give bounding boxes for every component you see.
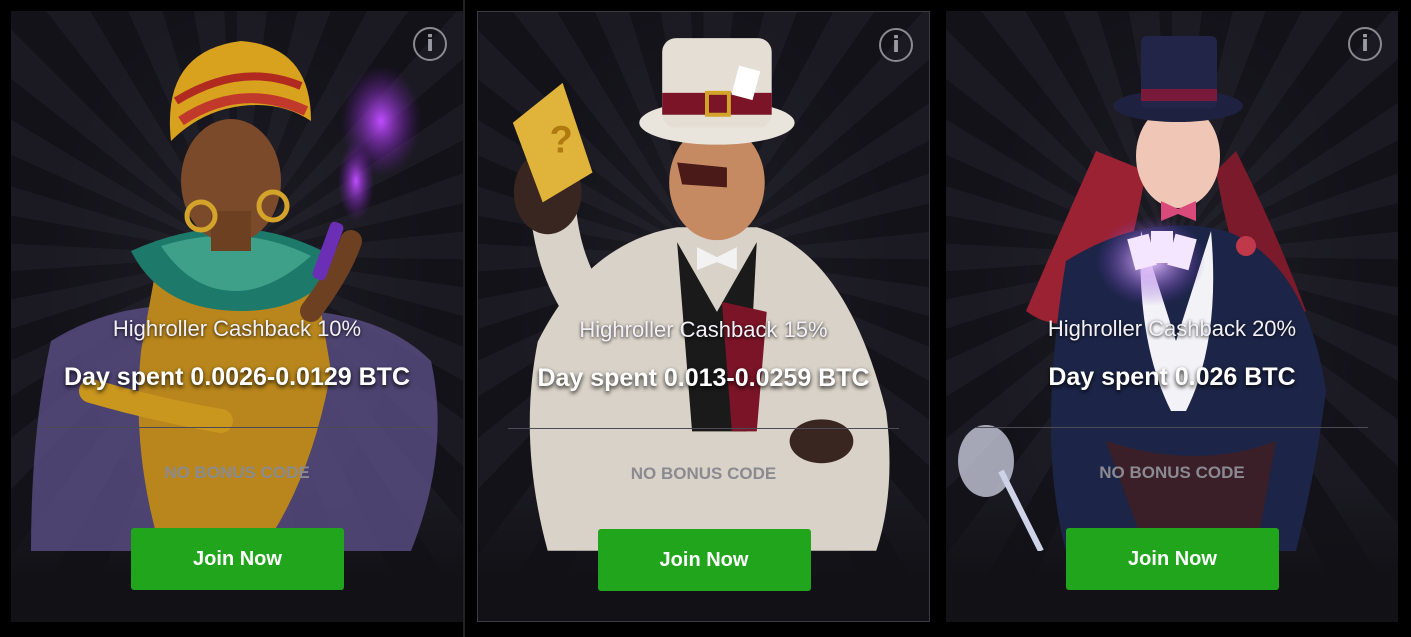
- day-spent-range: Day spent 0.0026-0.0129 BTC: [63, 363, 410, 391]
- info-icon[interactable]: i: [413, 27, 447, 61]
- join-now-button[interactable]: Join Now: [597, 529, 811, 591]
- separator: [508, 428, 899, 429]
- info-icon[interactable]: i: [1348, 27, 1382, 61]
- separator: [976, 427, 1368, 428]
- day-spent-range: Day spent 0.026 BTC: [1048, 363, 1296, 391]
- bonus-code-label: NO BONUS CODE: [1099, 463, 1245, 482]
- promo-title: Highroller Cashback 10%: [112, 316, 362, 341]
- bonus-code-label: NO BONUS CODE: [630, 464, 777, 483]
- promo-title: Highroller Cashback 20%: [1047, 316, 1297, 341]
- day-spent-range: Day spent 0.013-0.0259 BTC: [537, 364, 870, 392]
- promo-card-cashback-15: ? i Highroller Cashback 15% Day spent 0.…: [477, 11, 930, 622]
- separator: [41, 427, 433, 428]
- card-divider: [463, 0, 465, 637]
- svg-text:?: ?: [550, 120, 573, 162]
- promo-title: Highroller Cashback 15%: [579, 317, 828, 342]
- join-now-button[interactable]: Join Now: [1066, 528, 1279, 590]
- join-now-button[interactable]: Join Now: [131, 528, 344, 590]
- promo-card-cashback-10: i Highroller Cashback 10% Day spent 0.00…: [11, 11, 463, 622]
- info-icon[interactable]: i: [879, 28, 913, 62]
- promo-card-cashback-20: i Highroller Cashback 20% Day spent 0.02…: [946, 11, 1398, 622]
- bonus-code-label: NO BONUS CODE: [164, 463, 310, 482]
